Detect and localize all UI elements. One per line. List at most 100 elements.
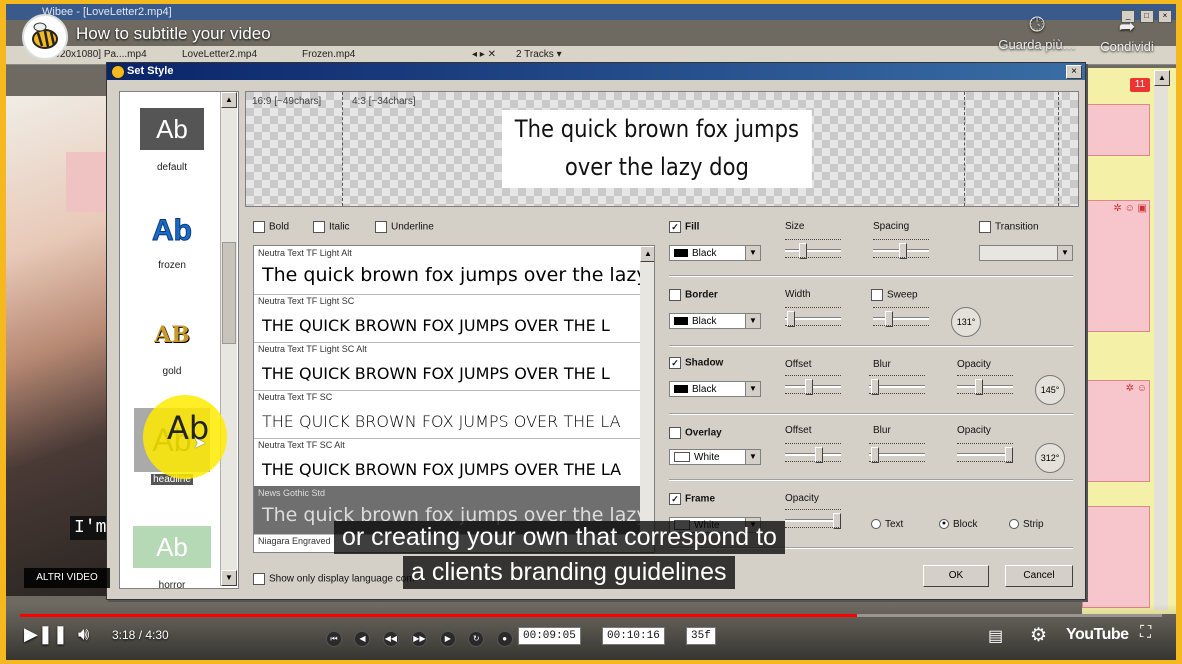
- share-button[interactable]: ➦ Condividi: [1092, 14, 1162, 54]
- sweep-checkbox[interactable]: Sweep: [871, 289, 918, 301]
- border-color-select[interactable]: Black ▼: [669, 313, 761, 329]
- gear-icon: ⚙: [1030, 625, 1048, 646]
- ratio-43-label: 4:3 [~34chars]: [352, 96, 416, 107]
- frame-checkbox[interactable]: ✓ Frame: [669, 493, 715, 505]
- skip-start-icon[interactable]: ⏮: [326, 631, 342, 647]
- style-swatch: Ab: [133, 526, 211, 568]
- prev-icon[interactable]: ◀: [354, 631, 371, 647]
- cancel-button[interactable]: Cancel: [1005, 565, 1073, 587]
- timeline-clip[interactable]: ✲ ☺ ▣: [1082, 200, 1150, 332]
- style-item-horror[interactable]: Ab horror: [120, 526, 224, 589]
- caption-line-1: or creating your own that correspond to: [334, 521, 785, 554]
- next-icon[interactable]: ▶: [439, 631, 456, 647]
- timecode-fps[interactable]: 35f: [686, 627, 716, 645]
- underline-checkbox[interactable]: Underline: [375, 221, 434, 233]
- scroll-thumb[interactable]: [222, 242, 236, 344]
- font-row[interactable]: Neutra Text TF SC THE QUICK BROWN FOX JUM…: [254, 390, 640, 439]
- dialog-close-button[interactable]: ×: [1066, 65, 1082, 79]
- overlay-color-select[interactable]: White ▼: [669, 449, 761, 465]
- timeline-clip[interactable]: ✲ ☺: [1082, 380, 1150, 482]
- checkbox-icon: [313, 221, 325, 233]
- frame-text-radio[interactable]: Text: [871, 519, 903, 530]
- volume-button[interactable]: 🔊︎: [78, 624, 89, 645]
- shadow-offset-slider[interactable]: [785, 375, 841, 397]
- fill-checkbox[interactable]: ✓ Fill: [669, 221, 699, 233]
- bold-checkbox[interactable]: Bold: [253, 221, 289, 233]
- style-label: default: [156, 162, 188, 173]
- overlay-checkbox[interactable]: Overlay: [669, 427, 722, 439]
- frame-strip-radio[interactable]: Strip: [1009, 519, 1044, 530]
- video-frame[interactable]: Wibee - [LoveLetter2.mp4] _ □ × [1920x10…: [6, 4, 1176, 660]
- timeline-clip[interactable]: [1082, 506, 1150, 608]
- rewind-icon[interactable]: ◀◀: [382, 631, 399, 647]
- style-item-default[interactable]: Ab default: [120, 108, 224, 173]
- more-videos-button[interactable]: ALTRI VIDEO: [24, 568, 110, 588]
- scroll-up-icon[interactable]: ▲: [221, 92, 237, 108]
- shadow-opacity-slider[interactable]: [957, 375, 1013, 397]
- youtube-logo[interactable]: YouTube: [1066, 626, 1129, 644]
- fill-color-select[interactable]: Black ▼: [669, 245, 761, 261]
- time-display: 3:18 / 4:30: [112, 628, 169, 642]
- shadow-angle-dial[interactable]: 145°: [1035, 375, 1065, 405]
- scroll-down-icon[interactable]: ▼: [221, 570, 237, 586]
- overlay-blur-slider[interactable]: [869, 443, 925, 465]
- play-pause-icon: ▶︎❚❚: [24, 624, 69, 644]
- progress-bar[interactable]: [20, 614, 1162, 617]
- shadow-checkbox[interactable]: ✓ Shadow: [669, 357, 723, 369]
- forward-icon[interactable]: ▶▶: [411, 631, 428, 647]
- timecode-end[interactable]: 00:10:16: [602, 627, 665, 645]
- tab-loveletter[interactable]: LoveLetter2.mp4: [182, 47, 257, 63]
- checkbox-icon: [979, 221, 991, 233]
- frame-block-radio[interactable]: ● Block: [939, 519, 977, 530]
- clip-flags-icon: ✲ ☺ ▣: [1113, 203, 1147, 214]
- font-row[interactable]: Neutra Text TF Light SC Alt THE QUICK BRO…: [254, 342, 640, 391]
- border-checkbox[interactable]: Border: [669, 289, 718, 301]
- channel-avatar[interactable]: [22, 14, 68, 60]
- shadow-blur-slider[interactable]: [869, 375, 925, 397]
- overlay-opacity-slider[interactable]: [957, 443, 1013, 465]
- record-icon[interactable]: ●: [496, 631, 513, 647]
- ok-button[interactable]: OK: [923, 565, 989, 587]
- video-title[interactable]: How to subtitle your video: [76, 24, 271, 44]
- overlay-angle-dial[interactable]: 312°: [1035, 443, 1065, 473]
- style-item-frozen[interactable]: Ab frozen: [120, 210, 224, 272]
- overlay-offset-slider[interactable]: [785, 443, 841, 465]
- timecode-start[interactable]: 00:09:05: [518, 627, 581, 645]
- tab-frozen[interactable]: Frozen.mp4: [302, 47, 355, 63]
- style-item-gold[interactable]: AB gold: [120, 314, 224, 377]
- subtitles-button[interactable]: ▤: [988, 626, 1003, 646]
- border-angle-dial[interactable]: 131°: [951, 307, 981, 337]
- italic-checkbox[interactable]: Italic: [313, 221, 350, 233]
- right-scrollbar[interactable]: ▲: [1154, 70, 1170, 610]
- watch-later-button[interactable]: 🕓︎ Guarda più…: [992, 14, 1082, 52]
- border-width-slider[interactable]: [785, 307, 841, 329]
- tab-nav-arrows[interactable]: ◂ ▸ ✕: [472, 47, 496, 63]
- transition-select[interactable]: ▼: [979, 245, 1073, 261]
- timeline-clip[interactable]: [1082, 104, 1150, 156]
- checkbox-icon: [253, 221, 265, 233]
- font-row[interactable]: Neutra Text TF Light Alt The quick brown …: [254, 246, 640, 295]
- tracks-dropdown[interactable]: 2 Tracks ▾: [516, 47, 562, 63]
- font-list-scrollbar[interactable]: ▲: [640, 246, 654, 552]
- sweep-slider[interactable]: [873, 307, 929, 329]
- shadow-color-select[interactable]: Black ▼: [669, 381, 761, 397]
- guide-line: [1058, 92, 1059, 206]
- play-pause-button[interactable]: ▶︎❚❚: [24, 624, 68, 645]
- scroll-up-icon[interactable]: ▲: [1154, 70, 1170, 86]
- show-only-display-language-checkbox[interactable]: Show only display language com: [253, 573, 415, 585]
- offset-label: Offset: [785, 359, 812, 370]
- scroll-up-icon[interactable]: ▲: [640, 246, 654, 262]
- fullscreen-button[interactable]: ⛶: [1140, 624, 1151, 642]
- style-label: horror: [158, 580, 186, 589]
- frame-opacity-slider[interactable]: [785, 509, 841, 531]
- transition-checkbox[interactable]: Transition: [979, 221, 1039, 233]
- settings-button[interactable]: ⚙: [1030, 624, 1047, 647]
- spacing-slider[interactable]: [873, 239, 929, 261]
- offset-label: Offset: [785, 425, 812, 436]
- loop-icon[interactable]: ↻: [468, 631, 485, 647]
- checkbox-icon: [375, 221, 387, 233]
- size-slider[interactable]: [785, 239, 841, 261]
- font-row[interactable]: Neutra Text TF Light SC THE QUICK BROWN F…: [254, 294, 640, 343]
- style-list-scrollbar[interactable]: ▲ ▼: [220, 92, 237, 586]
- font-row[interactable]: Neutra Text TF SC Alt THE QUICK BROWN FOX…: [254, 438, 640, 487]
